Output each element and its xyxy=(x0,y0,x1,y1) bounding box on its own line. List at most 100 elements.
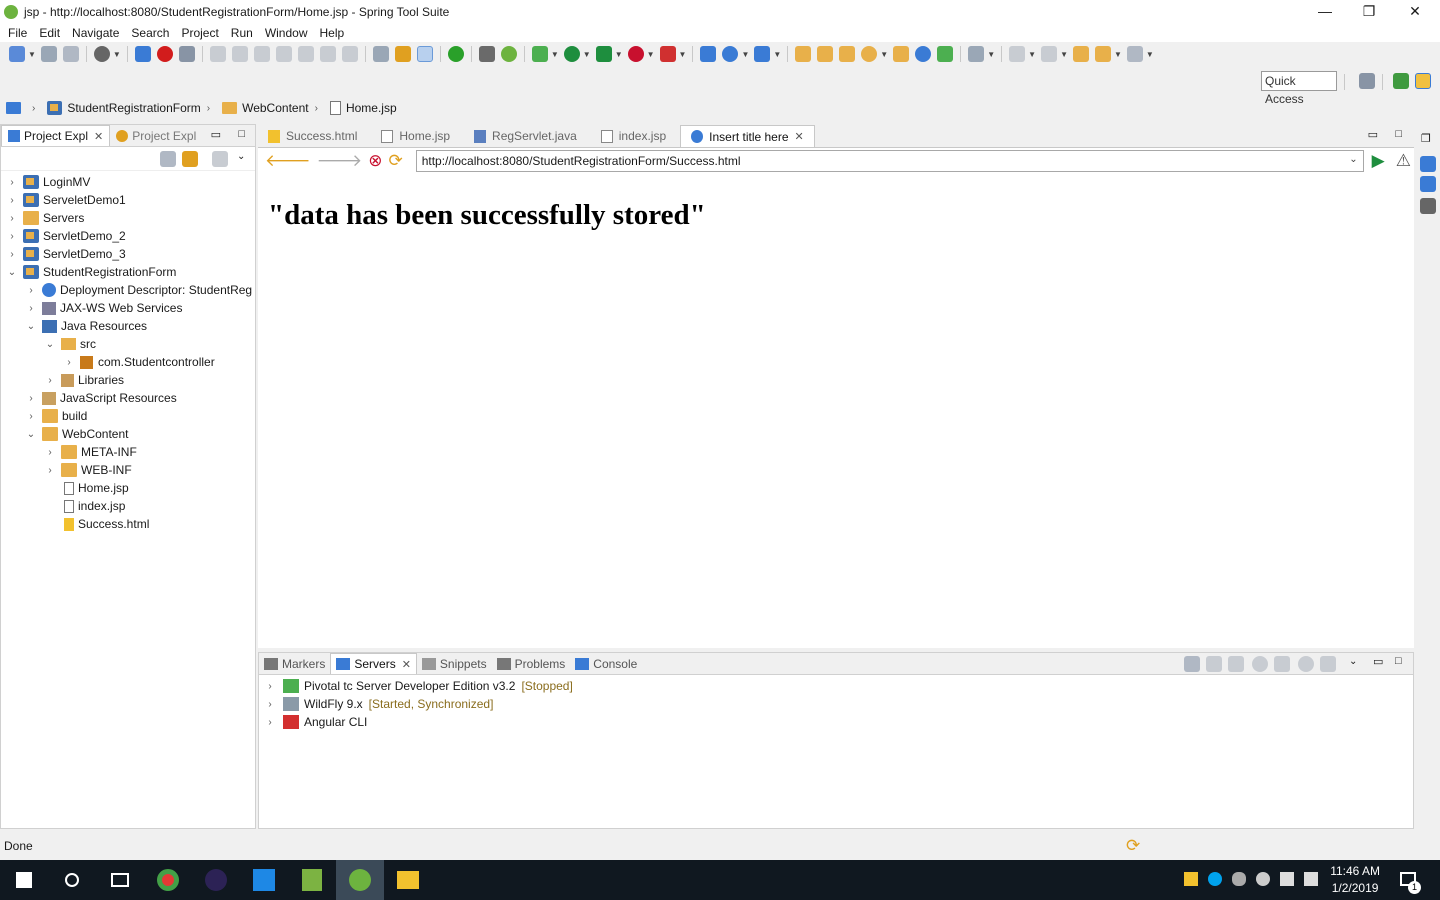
menu-help[interactable]: Help xyxy=(314,26,351,40)
search-button[interactable] xyxy=(48,860,96,900)
breadcrumb-file[interactable]: Home.jsp xyxy=(329,101,397,115)
open-console-icon[interactable] xyxy=(372,46,389,62)
new-server-icon[interactable] xyxy=(1206,656,1222,672)
tree-item[interactable]: › JavaScript Resources xyxy=(1,389,255,407)
view-menu-icon[interactable]: ⌄ xyxy=(1349,656,1357,667)
spring-tool-suite-button[interactable] xyxy=(336,860,384,900)
forward-arrow-icon[interactable]: 🡒 xyxy=(317,151,363,171)
menu-edit[interactable]: Edit xyxy=(33,26,66,40)
deploy-icon[interactable] xyxy=(937,46,954,62)
toggle-block-selection-icon[interactable] xyxy=(416,46,433,62)
minimize-view-icon[interactable]: ▭ xyxy=(211,128,221,141)
step-return-icon[interactable] xyxy=(341,46,358,62)
chevron-right-icon[interactable]: › xyxy=(7,195,17,206)
breadcrumb-project[interactable]: StudentRegistrationForm › xyxy=(47,101,216,115)
back-arrow-icon[interactable]: 🡐 xyxy=(265,151,311,171)
search-icon[interactable] xyxy=(861,46,878,62)
tree-item[interactable]: › LoginMV xyxy=(1,173,255,191)
run-icon[interactable] xyxy=(563,46,580,62)
chevron-down-icon[interactable]: ⌄ xyxy=(45,339,55,350)
tab-project-explorer-2[interactable]: Project Expl xyxy=(110,125,202,146)
step-into-icon[interactable] xyxy=(297,46,314,62)
task-list-icon[interactable] xyxy=(1420,176,1436,192)
sync-icon[interactable]: ⟳ xyxy=(1126,836,1140,856)
chevron-right-icon[interactable]: › xyxy=(26,285,36,296)
tree-item[interactable]: ⌄ src xyxy=(1,335,255,353)
file-explorer-button[interactable] xyxy=(384,860,432,900)
debug-server-icon[interactable] xyxy=(1228,656,1244,672)
menu-file[interactable]: File xyxy=(2,26,33,40)
chevron-right-icon[interactable]: › xyxy=(45,447,55,458)
chevron-right-icon[interactable]: › xyxy=(26,411,36,422)
stop-icon[interactable]: ⊗ xyxy=(368,151,382,171)
task-view-button[interactable] xyxy=(96,860,144,900)
next-annotation-icon[interactable] xyxy=(1009,46,1026,62)
publish-icon[interactable] xyxy=(1320,656,1336,672)
collapse-all-icon[interactable] xyxy=(160,151,176,167)
tree-item[interactable]: ⌄ WebContent xyxy=(1,425,255,443)
terminate-icon[interactable] xyxy=(253,46,270,62)
tree-item[interactable]: ⌄ Java Resources xyxy=(1,317,255,335)
spring-boot-dashboard-icon[interactable] xyxy=(500,46,517,62)
network-icon[interactable] xyxy=(1280,872,1294,886)
tree-item[interactable]: › build xyxy=(1,407,255,425)
chevron-right-icon[interactable]: › xyxy=(64,357,74,368)
tree-item[interactable]: › ServletDemo_2 xyxy=(1,227,255,245)
step-over-icon[interactable] xyxy=(319,46,336,62)
tree-item[interactable]: ⌄ StudentRegistrationForm xyxy=(1,263,255,281)
profile-server-icon[interactable] xyxy=(1274,656,1290,672)
chevron-right-icon[interactable]: › xyxy=(45,465,55,476)
server-row-angular[interactable]: › Angular CLI xyxy=(259,713,1413,731)
tree-item[interactable]: › Servers xyxy=(1,209,255,227)
restore-button[interactable]: ❐ xyxy=(1346,0,1392,23)
chevron-down-icon[interactable]: ⌄ xyxy=(1349,154,1357,165)
last-edit-location-icon[interactable] xyxy=(1072,46,1089,62)
close-icon[interactable]: ✕ xyxy=(402,658,411,671)
minimize-editor-icon[interactable]: ▭ xyxy=(1368,128,1378,141)
minimize-button[interactable]: — xyxy=(1302,0,1348,23)
new-class-icon[interactable] xyxy=(754,46,771,62)
new-package-icon[interactable] xyxy=(722,46,739,62)
skip-breakpoints-icon[interactable] xyxy=(178,46,195,62)
tree-item[interactable]: › Libraries xyxy=(1,371,255,389)
outline-icon[interactable] xyxy=(1420,156,1436,172)
notepad-button[interactable] xyxy=(288,860,336,900)
menu-run[interactable]: Run xyxy=(225,26,259,40)
tab-insert-title-here[interactable]: Insert title here ✕ xyxy=(680,125,815,147)
run-configuration-icon[interactable] xyxy=(595,46,612,62)
tree-item[interactable]: Home.jsp xyxy=(1,479,255,497)
tab-servers[interactable]: Servers ✕ xyxy=(330,653,417,674)
server-row-pivotal[interactable]: › Pivotal tc Server Developer Edition v3.… xyxy=(259,677,1413,695)
jee-perspective-icon[interactable] xyxy=(1415,73,1431,89)
tab-success-html[interactable]: Success.html xyxy=(258,125,367,147)
maximize-view-icon[interactable]: □ xyxy=(1395,655,1402,667)
chevron-down-icon[interactable]: ⌄ xyxy=(7,267,17,278)
tab-console[interactable]: Console xyxy=(570,653,642,674)
tab-index-jsp[interactable]: index.jsp xyxy=(591,125,676,147)
account-icon[interactable] xyxy=(93,46,110,62)
chevron-right-icon[interactable]: › xyxy=(45,375,55,386)
tree-item[interactable]: › ServeletDemo1 xyxy=(1,191,255,209)
menu-search[interactable]: Search xyxy=(125,26,175,40)
close-icon[interactable]: ✕ xyxy=(94,130,103,143)
skype-icon[interactable] xyxy=(1208,872,1222,886)
stop-icon[interactable] xyxy=(627,46,644,62)
debug-icon[interactable] xyxy=(531,46,548,62)
minimize-view-icon[interactable]: ▭ xyxy=(1373,655,1383,668)
collapse-all-icon[interactable] xyxy=(1184,656,1200,672)
warning-icon[interactable]: ⚠ xyxy=(1396,151,1411,171)
suspend-icon[interactable] xyxy=(231,46,248,62)
tray-app-icon[interactable] xyxy=(1256,872,1270,886)
start-button[interactable] xyxy=(0,860,48,900)
resume-icon[interactable] xyxy=(209,46,226,62)
toggle-mark-icon[interactable] xyxy=(394,46,411,62)
open-type-icon[interactable] xyxy=(795,46,812,62)
tree-item[interactable]: › WEB-INF xyxy=(1,461,255,479)
tree-item[interactable]: › com.Studentcontroller xyxy=(1,353,255,371)
quick-access-field[interactable]: Quick Access xyxy=(1261,71,1337,106)
restore-icon[interactable]: ❐ xyxy=(1421,132,1431,145)
chevron-right-icon[interactable]: › xyxy=(7,177,17,188)
vscode-button[interactable] xyxy=(240,860,288,900)
chevron-down-icon[interactable]: ⌄ xyxy=(26,429,36,440)
tab-regservlet-java[interactable]: RegServlet.java xyxy=(464,125,587,147)
